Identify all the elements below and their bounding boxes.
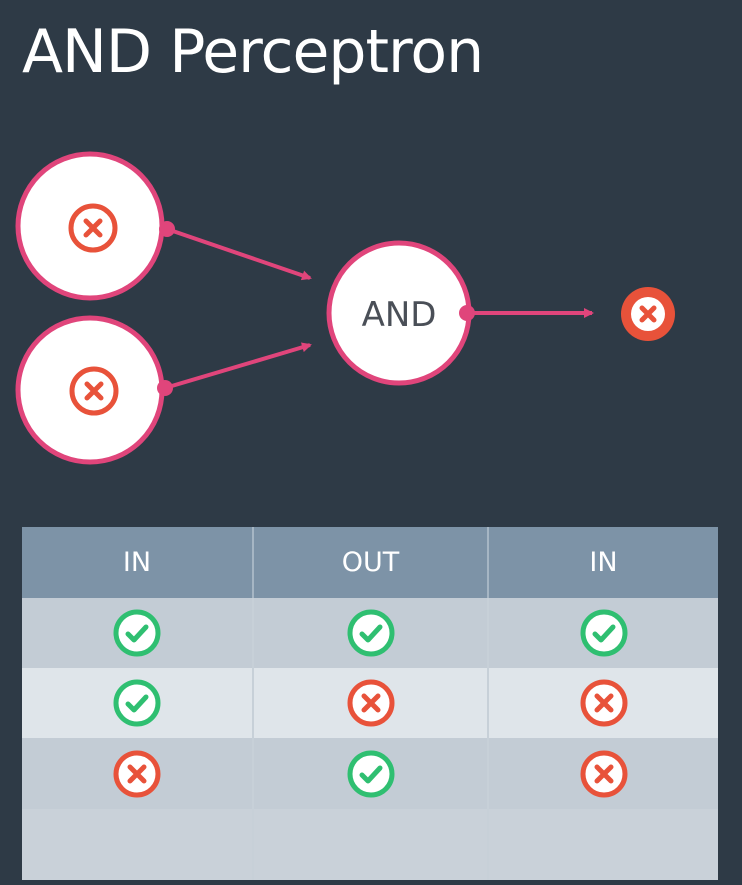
- x-circle-icon: [580, 679, 627, 727]
- x-circle-icon: [69, 366, 119, 416]
- table-cell: [22, 668, 254, 739]
- perceptron-diagram: AND: [15, 151, 675, 465]
- edge-input-2-to-and: [164, 342, 312, 390]
- and-node-label: AND: [362, 295, 437, 335]
- table-header-row: IN OUT IN: [22, 527, 718, 598]
- table-cell: [253, 808, 489, 880]
- check-circle-icon: [113, 609, 161, 657]
- edge-input-1-to-and: [166, 227, 312, 281]
- header-out: OUT: [253, 527, 489, 598]
- connector-dot: [159, 221, 175, 237]
- header-in-2: IN: [488, 527, 718, 598]
- table-row: [22, 598, 718, 669]
- table-cell: [488, 808, 718, 880]
- output-x-circle-icon: [621, 287, 675, 341]
- header-in-1: IN: [22, 527, 254, 598]
- table-cell: [488, 598, 718, 669]
- check-circle-icon: [580, 609, 627, 657]
- and-node: AND: [326, 240, 475, 386]
- table-cell: [488, 738, 718, 809]
- x-circle-icon: [68, 203, 118, 253]
- x-circle-icon: [347, 679, 394, 727]
- table-cell: [22, 738, 254, 809]
- check-circle-icon: [347, 609, 394, 657]
- connector-dot: [157, 380, 173, 396]
- table-cell: [253, 668, 489, 739]
- table-cell: [253, 738, 489, 809]
- truth-table: IN OUT IN: [22, 527, 718, 880]
- connector-dot: [459, 305, 475, 321]
- x-circle-icon: [113, 750, 161, 798]
- table-row: [22, 808, 718, 880]
- check-circle-icon: [347, 750, 394, 798]
- input-node-1: [15, 151, 175, 301]
- table-row: [22, 668, 718, 739]
- table-cell: [253, 598, 489, 669]
- table-cell: [488, 668, 718, 739]
- table-cell: [22, 808, 254, 880]
- table-cell: [22, 598, 254, 669]
- table-row: [22, 738, 718, 809]
- x-circle-icon: [580, 750, 627, 798]
- check-circle-icon: [113, 679, 161, 727]
- slide: AND Perceptron AND IN OUT IN: [0, 0, 742, 885]
- input-node-2: [15, 315, 173, 465]
